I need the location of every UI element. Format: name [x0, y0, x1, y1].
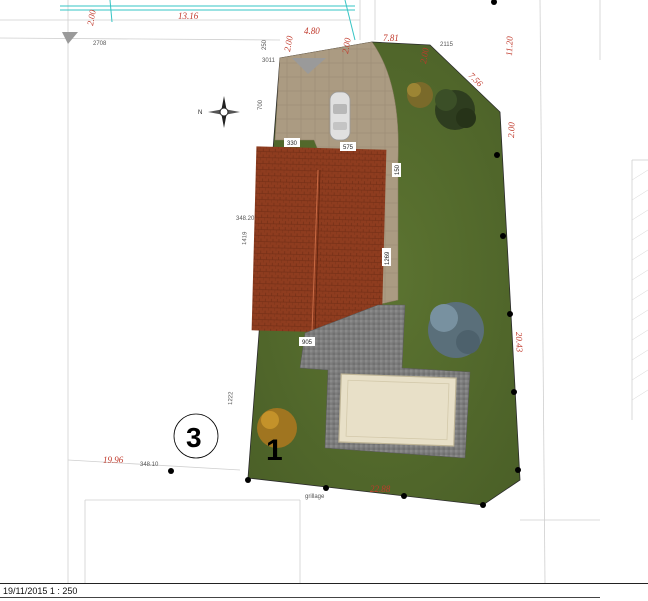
lbl-2708: 2708	[93, 41, 107, 47]
neighbour-fence-hatch	[631, 169, 648, 401]
lbl-1419: 1419	[242, 231, 248, 245]
lbl-2115: 2115	[440, 42, 454, 48]
tag-330: 330	[287, 141, 298, 147]
dim-13-16: 13.16	[178, 11, 199, 21]
compass-north-label: N	[198, 110, 202, 116]
tag-575: 575	[343, 145, 354, 151]
dim-2-00-top-left: 2.00	[85, 9, 98, 27]
lot-number: 3	[186, 422, 202, 453]
dim-4-80: 4.80	[304, 26, 320, 36]
tag-1269: 1269	[385, 251, 391, 265]
dim-2-00-right: 2.00	[506, 121, 517, 138]
dim-7-81: 7.81	[383, 33, 399, 43]
dim-19-96: 19.96	[103, 455, 124, 465]
lbl-348-10: 348.10	[140, 462, 159, 468]
car	[329, 91, 351, 141]
lbl-348-20: 348.20	[236, 216, 255, 222]
tree-small-top	[407, 82, 433, 108]
dim-20-43: 20.43	[514, 332, 525, 353]
tree-blue	[428, 302, 484, 358]
compass-rose-icon: N	[198, 96, 240, 128]
print-footer: 19/11/2015 1 : 250	[0, 583, 648, 601]
parcel-number: 1	[266, 434, 283, 467]
footer-rule	[0, 597, 600, 598]
lbl-1222: 1222	[228, 391, 234, 405]
tag-905: 905	[302, 340, 313, 346]
pool	[338, 373, 457, 447]
north-marker-triangle	[62, 32, 78, 44]
site-plan: N 3 1 2.00 13.16 4.80 2.00 2.00 7.81 2.0…	[0, 0, 648, 583]
lbl-250: 250	[262, 39, 268, 50]
dim-11-20: 11.20	[504, 36, 515, 56]
lbl-grillage: grillage	[305, 494, 325, 500]
dim-22-88: 22.88	[370, 484, 391, 494]
footer-date-scale: 19/11/2015 1 : 250	[3, 586, 78, 596]
lbl-700: 700	[258, 99, 264, 110]
house-roof	[251, 146, 387, 334]
tag-150: 150	[395, 164, 401, 175]
dim-2-00-gate-a: 2.00	[282, 35, 295, 53]
lbl-3011: 3011	[262, 58, 276, 64]
